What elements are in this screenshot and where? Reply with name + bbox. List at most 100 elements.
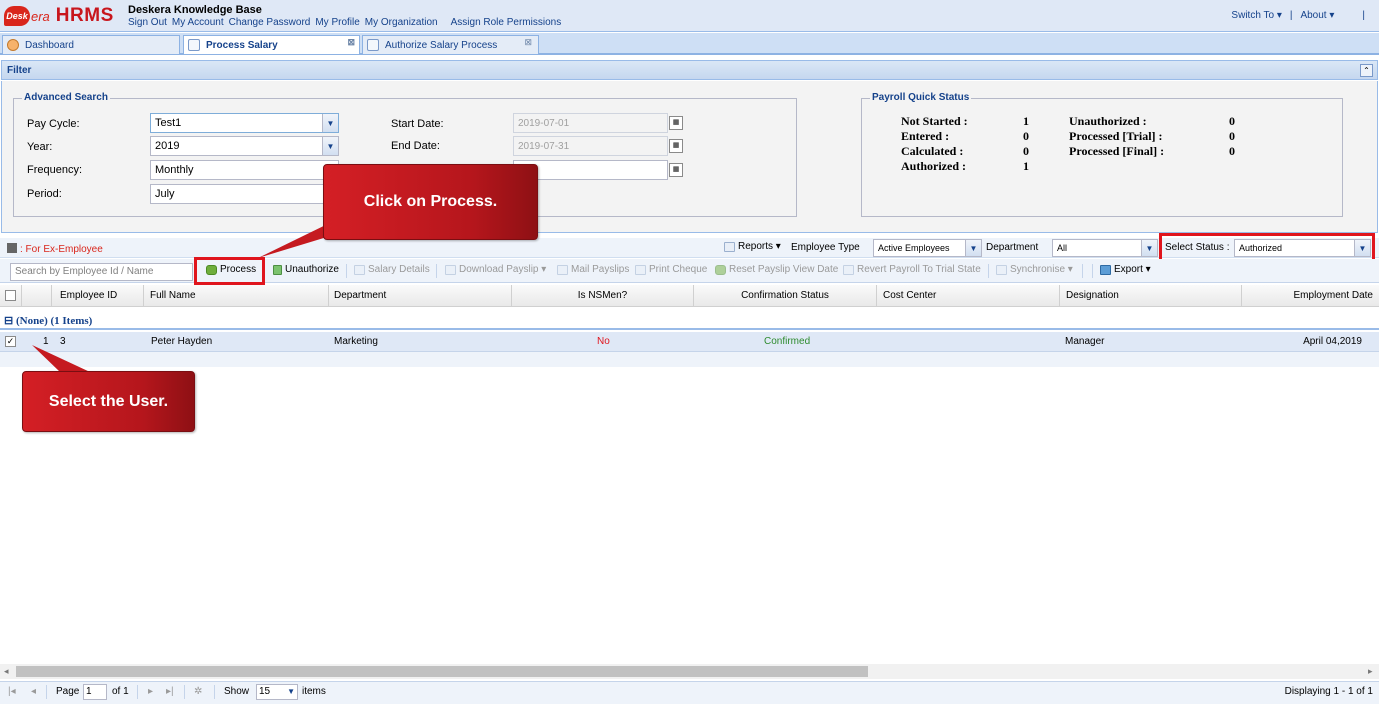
col-designation[interactable]: Designation	[1060, 285, 1242, 307]
close-icon[interactable]: ⊠	[524, 37, 532, 48]
close-icon[interactable]: ⊠	[347, 37, 355, 48]
col-is-nsmen[interactable]: Is NSMen?	[512, 285, 694, 307]
collapse-icon[interactable]: ⌃	[1360, 64, 1373, 77]
start-date-field[interactable]: 2019-07-01	[513, 113, 668, 133]
deskera-logo[interactable]: Desk era HRMS	[4, 4, 114, 28]
processed-trial-label: Processed [Trial] :	[1069, 129, 1163, 143]
divider: |	[1289, 10, 1293, 21]
document-icon	[188, 39, 200, 51]
col-employee-id[interactable]: Employee ID	[52, 285, 144, 307]
end-date-field[interactable]: 2019-07-31	[513, 136, 668, 156]
right-links: Switch To ▾ | About ▾ |	[1231, 10, 1365, 21]
tab-label: Authorize Salary Process	[385, 39, 498, 51]
synchronise-button[interactable]: Synchronise ▾	[996, 264, 1073, 275]
tab-label: Process Salary	[206, 39, 278, 51]
export-menu[interactable]: Export ▾	[1100, 264, 1151, 275]
quick-status-legend: Payroll Quick Status	[870, 92, 972, 103]
separator	[1082, 264, 1083, 278]
scroll-right-icon[interactable]: ▸	[1368, 666, 1373, 677]
reports-label: Reports ▾	[738, 241, 781, 252]
assign-role-permissions-link[interactable]: Assign Role Permissions	[451, 17, 562, 28]
print-cheque-label: Print Cheque	[649, 264, 708, 275]
department-label: Department	[986, 242, 1039, 253]
prev-page-icon[interactable]: ◂	[31, 686, 36, 697]
col-full-name[interactable]: Full Name	[144, 285, 329, 307]
displaying-status: Displaying 1 - 1 of 1	[1284, 686, 1373, 697]
select-all-checkbox[interactable]	[5, 290, 16, 301]
scrollbar-thumb[interactable]	[16, 666, 868, 677]
first-page-icon[interactable]: |◂	[8, 686, 16, 697]
export-icon	[1100, 264, 1111, 275]
tab-authorize-salary[interactable]: Authorize Salary Process ⊠	[362, 35, 539, 54]
print-cheque-button[interactable]: Print Cheque	[635, 264, 707, 275]
report-icon	[724, 241, 735, 252]
tab-process-salary[interactable]: Process Salary ⊠	[183, 35, 360, 54]
col-employment-date[interactable]: Employment Date	[1242, 285, 1379, 307]
unauthorized-label: Unauthorized :	[1069, 114, 1147, 128]
chevron-down-icon[interactable]: ▼	[287, 685, 295, 699]
calendar-icon[interactable]: ▦	[669, 116, 683, 130]
chevron-down-icon[interactable]: ▼	[322, 137, 338, 155]
switch-to-menu[interactable]: Switch To ▾	[1231, 10, 1281, 21]
row-number-column	[22, 285, 52, 307]
col-cost-center[interactable]: Cost Center	[877, 285, 1060, 307]
next-page-icon[interactable]: ▸	[148, 686, 153, 697]
col-confirmation-status[interactable]: Confirmation Status	[694, 285, 877, 307]
unauthorize-button[interactable]: Unauthorize	[273, 264, 339, 275]
mail-payslips-button[interactable]: Mail Payslips	[557, 264, 629, 275]
separator	[988, 264, 989, 278]
about-menu[interactable]: About ▾	[1300, 10, 1334, 21]
revert-payroll-label: Revert Payroll To Trial State	[857, 264, 981, 275]
reports-menu[interactable]: Reports ▾	[724, 241, 781, 252]
entered-value: 0	[1023, 129, 1029, 143]
select-all-column	[0, 285, 22, 307]
calendar-icon[interactable]: ▦	[669, 163, 683, 177]
period-field[interactable]: July	[150, 184, 339, 204]
employee-type-combo[interactable]: Active Employees ▼	[873, 239, 982, 257]
sign-out-link[interactable]: Sign Out	[128, 17, 167, 28]
page-size-combo[interactable]: 15 ▼	[256, 684, 298, 700]
my-organization-link[interactable]: My Organization	[365, 17, 438, 28]
process-callout: Click on Process.	[323, 164, 538, 240]
logo-mark: Desk	[4, 6, 30, 26]
employee-type-value: Active Employees	[878, 243, 950, 253]
col-department[interactable]: Department	[329, 285, 512, 307]
scroll-left-icon[interactable]: ◂	[4, 666, 9, 677]
employee-search-input[interactable]: Search by Employee Id / Name	[10, 263, 193, 281]
chevron-down-icon[interactable]: ▼	[1141, 240, 1157, 256]
top-nav-links: Sign Out My Account Change Password My P…	[128, 17, 561, 28]
calculated-value: 0	[1023, 144, 1029, 158]
my-account-link[interactable]: My Account	[172, 17, 224, 28]
revert-payroll-button[interactable]: Revert Payroll To Trial State	[843, 264, 981, 275]
calendar-icon[interactable]: ▦	[669, 139, 683, 153]
department-combo[interactable]: All ▼	[1052, 239, 1158, 257]
pay-cycle-label: Pay Cycle:	[27, 118, 80, 130]
cell-full-name: Peter Hayden	[151, 336, 213, 347]
reset-payslip-button[interactable]: Reset Payslip View Date	[715, 264, 838, 275]
refresh-icon[interactable]: ✲	[194, 686, 202, 697]
tab-dashboard[interactable]: Dashboard	[2, 35, 180, 54]
row-checkbox[interactable]: ✓	[5, 336, 16, 347]
authorized-value: 1	[1023, 159, 1029, 173]
change-password-link[interactable]: Change Password	[229, 17, 311, 28]
document-icon	[367, 39, 379, 51]
last-page-icon[interactable]: ▸|	[166, 686, 174, 697]
filter-title: Filter	[7, 65, 32, 76]
year-combo[interactable]: 2019 ▼	[150, 136, 339, 156]
synchronise-label: Synchronise ▾	[1010, 264, 1073, 275]
page-input[interactable]: 1	[83, 684, 107, 700]
unauthorize-label: Unauthorize	[285, 264, 339, 275]
frequency-field[interactable]: Monthly	[150, 160, 339, 180]
salary-details-label: Salary Details	[368, 264, 430, 275]
chevron-down-icon[interactable]: ▼	[322, 114, 338, 132]
salary-details-button[interactable]: Salary Details	[354, 264, 430, 275]
table-row[interactable]: ✓ 1 3 Peter Hayden Marketing No Confirme…	[0, 332, 1379, 352]
download-payslip-button[interactable]: Download Payslip ▾	[445, 264, 546, 275]
my-profile-link[interactable]: My Profile	[315, 17, 359, 28]
chevron-down-icon[interactable]: ▼	[965, 240, 981, 256]
group-header-row[interactable]: ⊟ (None) (1 Items)	[0, 312, 1379, 330]
cell-employment-date: April 04,2019	[1303, 336, 1362, 347]
revert-icon	[843, 264, 854, 275]
pay-cycle-combo[interactable]: Test1 ▼	[150, 113, 339, 133]
filter-panel-header[interactable]: Filter	[1, 60, 1378, 80]
